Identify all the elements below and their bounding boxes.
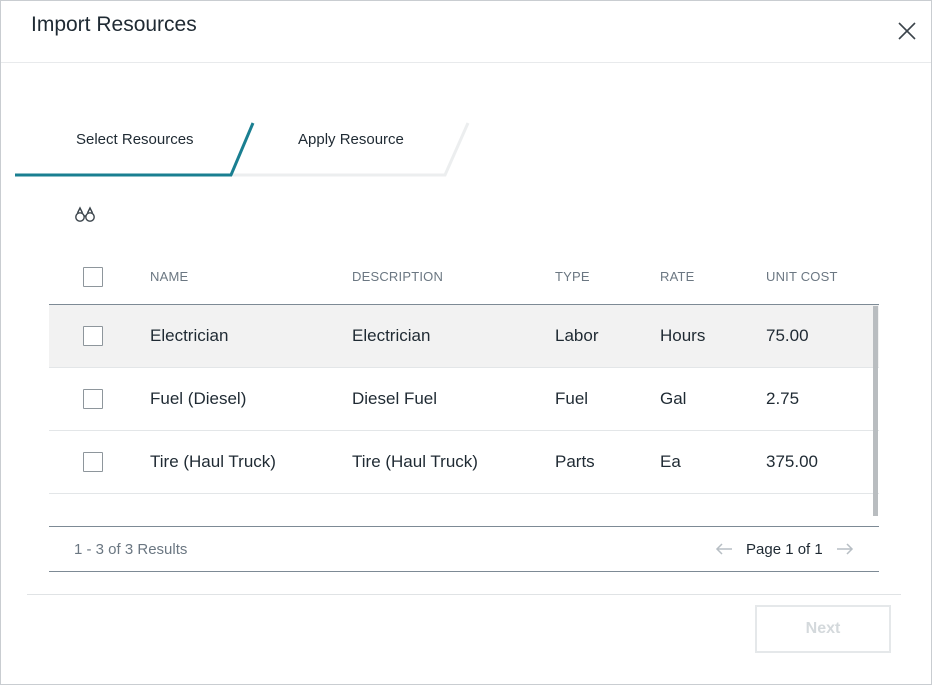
wizard-steps: Select Resources Apply Resource [15,121,475,177]
column-header-rate[interactable]: RATE [660,269,695,284]
step-tabs-shape [15,122,470,177]
dialog-title: Import Resources [31,13,197,36]
footer-divider [27,594,901,595]
cell-type: Parts [555,452,595,471]
tab-apply-resource[interactable]: Apply Resource [298,131,404,148]
table-row[interactable]: Fuel (Diesel) Diesel Fuel Fuel Gal 2.75 [49,368,879,431]
cell-unit-cost: 2.75 [766,389,800,408]
binoculars-icon[interactable] [74,206,96,224]
resources-table: NAME DESCRIPTION TYPE RATE UNIT COST Ele… [49,249,879,494]
cell-rate: Hours [660,326,706,345]
pagination: Page 1 of 1 [714,537,855,561]
page-indicator: Page 1 of 1 [746,540,823,558]
cell-rate: Ea [660,452,681,471]
table-scrollbar[interactable] [873,306,878,516]
cell-name: Fuel (Diesel) [150,389,247,408]
arrow-left-icon[interactable] [714,542,734,556]
table-row[interactable]: Tire (Haul Truck) Tire (Haul Truck) Part… [49,431,879,494]
column-header-description[interactable]: DESCRIPTION [352,269,443,284]
cell-unit-cost: 75.00 [766,326,809,345]
tab-select-resources[interactable]: Select Resources [76,131,194,148]
cell-description: Diesel Fuel [352,389,438,408]
row-checkbox[interactable] [83,326,103,346]
column-header-unit-cost[interactable]: UNIT COST [766,269,838,284]
close-icon[interactable] [895,19,919,43]
dialog-header: Import Resources [1,1,931,63]
cell-name: Tire (Haul Truck) [150,452,276,471]
results-count: 1 - 3 of 3 Results [74,541,188,558]
cell-name: Electrician [150,326,229,345]
cell-unit-cost: 375.00 [766,452,818,471]
cell-description: Tire (Haul Truck) [352,452,478,471]
table-footer: 1 - 3 of 3 Results Page 1 of 1 [49,527,879,572]
cell-description: Electrician [352,326,431,345]
cell-rate: Gal [660,389,687,408]
cell-type: Labor [555,326,599,345]
import-resources-dialog: Import Resources Select Resources Apply … [0,0,932,685]
cell-type: Fuel [555,389,589,408]
column-header-type[interactable]: TYPE [555,269,590,284]
column-header-name[interactable]: NAME [150,269,188,284]
next-button[interactable]: Next [755,605,891,653]
table-row[interactable]: Electrician Electrician Labor Hours 75.0… [49,305,879,368]
arrow-right-icon[interactable] [835,542,855,556]
select-all-checkbox[interactable] [83,266,103,287]
row-checkbox[interactable] [83,452,103,472]
table-header-row: NAME DESCRIPTION TYPE RATE UNIT COST [49,249,879,305]
row-checkbox[interactable] [83,389,103,409]
